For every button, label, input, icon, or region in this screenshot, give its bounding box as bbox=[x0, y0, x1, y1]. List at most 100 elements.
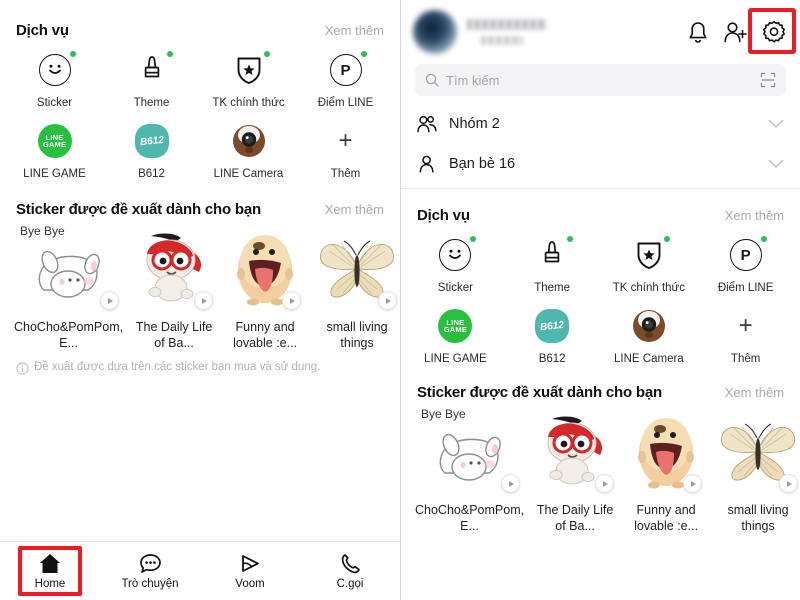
service-item-b612[interactable]: B612 B612 bbox=[103, 110, 200, 181]
service-item-line-points[interactable]: P Điểm LINE bbox=[297, 39, 394, 110]
brush-icon bbox=[133, 51, 173, 89]
sticker-card[interactable]: Bye Bye ChoCho&PomPom, E... bbox=[10, 218, 127, 351]
info-icon bbox=[16, 362, 29, 375]
service-item-line-game[interactable]: LINE GAME LINE GAME bbox=[6, 110, 103, 181]
nav-item-calls[interactable]: C.gọi bbox=[300, 553, 400, 590]
nav-item-home[interactable]: Home bbox=[0, 553, 100, 590]
nav-item-voom[interactable]: Voom bbox=[200, 553, 300, 590]
sticker-card[interactable]: The Daily Life of Ba... bbox=[528, 401, 622, 534]
service-item-sticker[interactable]: Sticker bbox=[6, 39, 103, 110]
smiley-icon bbox=[436, 236, 477, 274]
list-row-groups[interactable]: Nhóm 2 bbox=[401, 104, 800, 144]
group-icon bbox=[417, 115, 437, 133]
notification-bell-icon[interactable] bbox=[687, 21, 709, 44]
rabbit-art bbox=[38, 250, 100, 298]
service-label: Điểm LINE bbox=[317, 97, 374, 109]
service-label: LINE GAME bbox=[424, 353, 487, 365]
service-label: Sticker bbox=[437, 282, 473, 294]
sticker-card[interactable]: Funny and lovable :e... bbox=[221, 218, 309, 351]
sticker-name: small living things bbox=[326, 320, 388, 350]
sticker-card[interactable]: Funny and lovable :e... bbox=[622, 401, 710, 534]
gear-icon[interactable] bbox=[762, 20, 786, 44]
new-badge-dot bbox=[263, 51, 270, 57]
b612-icon: B612 bbox=[133, 122, 171, 160]
service-item-line-points[interactable]: P Điểm LINE bbox=[697, 224, 794, 295]
service-label: B612 bbox=[138, 168, 165, 180]
service-label: Theme bbox=[534, 282, 571, 294]
service-item-line-game[interactable]: LINE GAME LINE GAME bbox=[407, 295, 504, 366]
qr-scan-icon[interactable] bbox=[760, 72, 776, 88]
sticker-play-button[interactable] bbox=[282, 291, 302, 310]
nav-label: Voom bbox=[235, 577, 265, 590]
sticker-play-button[interactable] bbox=[194, 291, 214, 310]
sticker-thumb[interactable] bbox=[532, 405, 618, 497]
services-title: Dịch vụ bbox=[417, 207, 470, 224]
sticker-play-button[interactable] bbox=[378, 291, 398, 310]
chevron-down-icon[interactable] bbox=[768, 159, 784, 169]
service-label: LINE GAME bbox=[23, 168, 86, 180]
service-label: Điểm LINE bbox=[717, 282, 774, 294]
sticker-thumb[interactable] bbox=[225, 222, 305, 314]
service-label: Theme bbox=[133, 97, 170, 109]
nav-item-chats[interactable]: Trò chuyện bbox=[100, 553, 200, 590]
services-see-more[interactable]: Xem thêm bbox=[325, 23, 384, 38]
sticker-row-right: Bye Bye ChoCho&PomPom, E... The Daily Li… bbox=[401, 401, 800, 534]
sticker-name: ChoCho&PomPom, E... bbox=[415, 503, 525, 533]
sticker-card[interactable]: Bye Bye ChoCho&PomPom, E... bbox=[411, 401, 528, 534]
search-input[interactable]: Tìm kiếm bbox=[415, 64, 786, 96]
service-item-more[interactable]: + Thêm bbox=[697, 295, 794, 366]
service-item-more[interactable]: + Thêm bbox=[297, 110, 394, 181]
service-item-official-account[interactable]: TK chính thức bbox=[601, 224, 698, 295]
service-label: TK chính thức bbox=[212, 97, 285, 109]
sticker-thumb[interactable] bbox=[313, 222, 400, 314]
sticker-thumb[interactable] bbox=[714, 405, 800, 497]
service-item-theme[interactable]: Theme bbox=[103, 39, 200, 110]
service-item-line-camera[interactable]: LINE Camera bbox=[601, 295, 698, 366]
sticker-play-button[interactable] bbox=[779, 474, 799, 493]
stickers-see-more[interactable]: Xem thêm bbox=[325, 202, 384, 217]
sticker-play-button[interactable] bbox=[683, 474, 703, 493]
sticker-thumb[interactable] bbox=[626, 405, 706, 497]
sticker-play-button[interactable] bbox=[100, 291, 120, 310]
service-label: Sticker bbox=[36, 97, 73, 109]
search-placeholder: Tìm kiếm bbox=[446, 72, 500, 88]
sticker-thumb[interactable]: Bye Bye bbox=[415, 405, 524, 497]
sticker-name: The Daily Life of Ba... bbox=[135, 320, 213, 350]
right-screen: Tìm kiếm Nhóm 2 Bạn bè 16 Dịch vụ Xem th… bbox=[400, 0, 800, 600]
services-header-left: Dịch vụ Xem thêm bbox=[0, 0, 400, 39]
sticker-card[interactable]: small living things bbox=[710, 401, 800, 534]
service-item-theme[interactable]: Theme bbox=[504, 224, 601, 295]
chevron-down-icon[interactable] bbox=[768, 119, 784, 129]
sticker-card[interactable]: The Daily Life of Ba... bbox=[127, 218, 221, 351]
sticker-play-button[interactable] bbox=[501, 474, 521, 493]
stickers-see-more[interactable]: Xem thêm bbox=[725, 385, 784, 400]
services-see-more[interactable]: Xem thêm bbox=[725, 208, 784, 223]
sticker-thumb[interactable]: Bye Bye bbox=[14, 222, 123, 314]
point-p-icon: P bbox=[727, 236, 767, 274]
service-item-official-account[interactable]: TK chính thức bbox=[200, 39, 297, 110]
services-grid-right: Sticker Theme TK chính thức P Điểm LINE … bbox=[401, 224, 800, 366]
sticker-thumb[interactable] bbox=[131, 222, 217, 314]
avatar[interactable] bbox=[413, 10, 457, 54]
service-label: TK chính thức bbox=[612, 282, 685, 294]
add-friend-icon[interactable] bbox=[723, 21, 748, 44]
service-item-sticker[interactable]: Sticker bbox=[407, 224, 504, 295]
sticker-card[interactable]: small living things bbox=[309, 218, 400, 351]
brush-icon bbox=[533, 236, 574, 274]
note-text: Đề xuất được dựa trên các sticker bạn mu… bbox=[34, 361, 321, 373]
services-grid-left: Sticker Theme TK chính thức P Điểm LINE … bbox=[0, 39, 400, 181]
recommendation-note: Đề xuất được dựa trên các sticker bạn mu… bbox=[0, 351, 400, 375]
sticker-play-button[interactable] bbox=[595, 474, 615, 493]
shield-star-icon bbox=[630, 236, 670, 274]
new-badge-dot bbox=[69, 51, 76, 57]
service-item-line-camera[interactable]: LINE Camera bbox=[200, 110, 297, 181]
list-row-friends[interactable]: Bạn bè 16 bbox=[401, 144, 800, 184]
new-badge-dot bbox=[166, 51, 173, 57]
stickers-header-left: Sticker được đề xuất dành cho bạn Xem th… bbox=[0, 181, 400, 218]
line-camera-icon bbox=[630, 307, 668, 345]
profile-name-blurred bbox=[467, 19, 677, 45]
line-camera-icon bbox=[230, 122, 268, 160]
service-label: Thêm bbox=[730, 353, 761, 365]
service-item-b612[interactable]: B612 B612 bbox=[504, 295, 601, 366]
profile-status-message bbox=[481, 36, 523, 45]
